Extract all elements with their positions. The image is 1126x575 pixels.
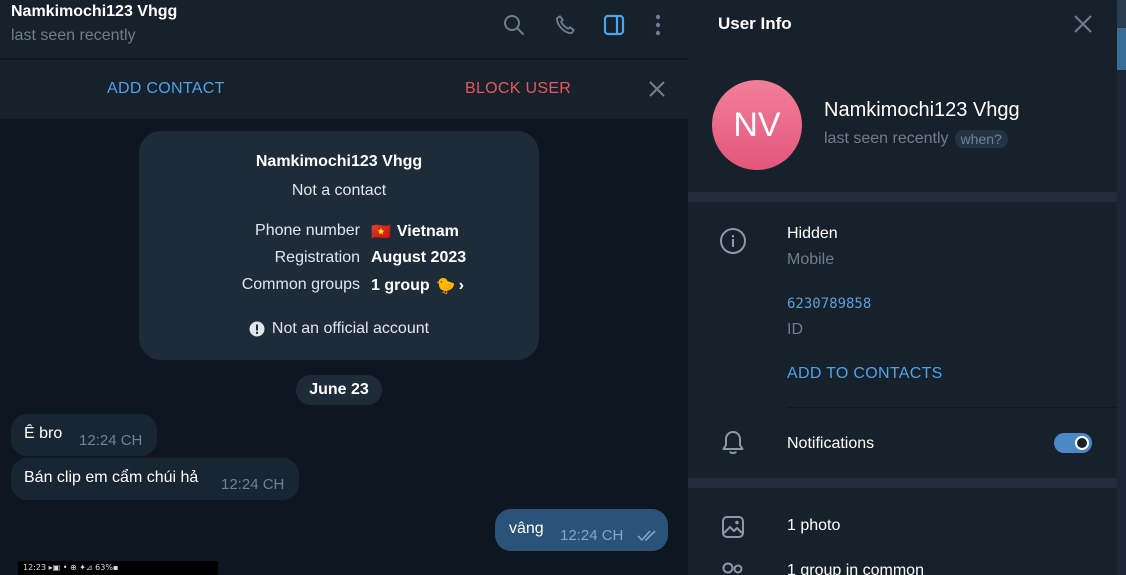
card-row-value: August 2023: [371, 249, 466, 267]
card-row-registration: Registration August 2023: [139, 249, 539, 271]
user-status: last seen recently when?: [824, 130, 1008, 148]
sidebar-toggle-icon[interactable]: [601, 12, 627, 38]
card-row-phone: Phone number 🇻🇳 Vietnam: [139, 222, 539, 244]
scrollbar-thumb[interactable]: [1117, 28, 1126, 70]
window-edge: [1117, 0, 1126, 575]
card-row-value-text: August 2023: [371, 249, 467, 266]
contact-info-card: Namkimochi123 Vhgg Not a contact Phone n…: [139, 131, 539, 360]
card-title: Namkimochi123 Vhgg: [255, 153, 423, 170]
notifications-label: Notifications: [787, 435, 875, 452]
chat-title[interactable]: Namkimochi123 Vhgg: [11, 3, 177, 21]
phone-icon[interactable]: [552, 12, 578, 38]
card-subtitle: Not a contact: [291, 182, 387, 199]
official-notice: Not an official account: [139, 320, 539, 338]
group-avatar-icon: 🐤: [435, 278, 456, 295]
phone-value[interactable]: Hidden: [787, 225, 838, 243]
read-checkmarks-icon: [637, 530, 656, 542]
block-user-button[interactable]: BLOCK USER: [465, 80, 571, 98]
date-separator: June 23: [296, 375, 382, 405]
add-contact-button[interactable]: ADD CONTACT: [107, 80, 225, 98]
section-divider: [688, 192, 1117, 202]
common-groups-link[interactable]: 1 group in common: [787, 562, 924, 575]
card-row-label: Registration: [274, 249, 360, 266]
search-icon[interactable]: [501, 12, 527, 38]
chat-pane: Namkimochi123 Vhgg last seen recently AD…: [0, 0, 688, 575]
avatar-initials: NV: [733, 105, 781, 144]
user-status-text: last seen recently: [824, 130, 949, 147]
official-notice-text: Not an official account: [271, 320, 430, 337]
group-icon: [718, 558, 748, 575]
phone-label: Mobile: [787, 251, 835, 268]
alert-icon: [249, 321, 265, 337]
message-bubble-incoming[interactable]: Ê bro 12:24 CH: [11, 414, 157, 456]
close-icon[interactable]: [1071, 12, 1095, 36]
section-divider: [688, 478, 1117, 488]
user-id-label: ID: [787, 321, 803, 338]
when-button[interactable]: when?: [954, 130, 1008, 148]
media-thumbnail-preview[interactable]: 12:23 ▸▣ • ⊕ ✦⊿ 63%▪: [18, 561, 218, 575]
chat-status: last seen recently: [11, 27, 136, 44]
card-row-value-text: Vietnam: [396, 223, 459, 240]
message-bubble-incoming[interactable]: Bán clip em cẩm chúi hả 12:24 CH: [11, 458, 299, 500]
message-text: Bán clip em cẩm chúi hả: [24, 469, 199, 486]
add-to-contacts-button[interactable]: ADD TO CONTACTS: [787, 365, 943, 383]
notifications-toggle[interactable]: [1054, 433, 1092, 453]
message-text: vâng: [509, 520, 544, 537]
avatar[interactable]: NV: [712, 80, 802, 170]
toggle-knob: [1075, 436, 1089, 450]
user-info-panel: User Info NV Namkimochi123 Vhgg last see…: [688, 0, 1117, 575]
card-row-common-groups[interactable]: Common groups 1 group 🐤 ›: [139, 276, 539, 298]
info-icon: [718, 226, 748, 256]
card-row-label: Common groups: [241, 276, 360, 293]
more-vertical-icon[interactable]: [645, 12, 671, 38]
user-name: Namkimochi123 Vhgg: [824, 99, 1020, 121]
card-row-value[interactable]: 1 group 🐤 ›: [371, 276, 464, 296]
photo-icon: [718, 512, 748, 542]
card-row-value-text: 1 group: [371, 277, 430, 294]
chevron-right-icon: ›: [458, 277, 464, 294]
user-id-value[interactable]: 6230789858: [787, 296, 871, 312]
flag-icon: 🇻🇳: [371, 224, 391, 241]
card-row-label: Phone number: [255, 222, 360, 239]
message-time: 12:24 CH: [221, 476, 285, 493]
close-icon[interactable]: [645, 77, 669, 101]
message-time: 12:24 CH: [79, 432, 143, 449]
chat-header[interactable]: Namkimochi123 Vhgg last seen recently: [0, 0, 688, 59]
bell-icon: [718, 428, 748, 458]
row-divider: [787, 407, 1117, 408]
photos-link[interactable]: 1 photo: [787, 517, 840, 535]
contact-action-bar: ADD CONTACT BLOCK USER: [0, 59, 688, 119]
message-text: Ê bro: [24, 425, 63, 442]
panel-title: User Info: [718, 14, 792, 33]
message-bubble-outgoing[interactable]: vâng 12:24 CH: [495, 509, 668, 551]
message-time: 12:24 CH: [560, 527, 624, 544]
card-row-value: 🇻🇳 Vietnam: [371, 222, 459, 242]
